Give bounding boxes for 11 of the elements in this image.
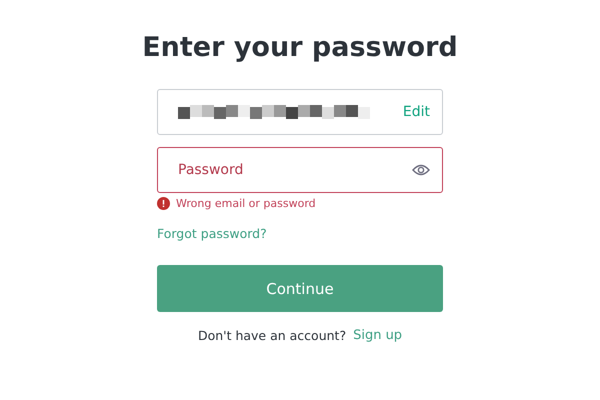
eye-icon[interactable] — [412, 164, 430, 176]
signup-link[interactable]: Sign up — [353, 328, 402, 343]
continue-button[interactable]: Continue — [157, 265, 443, 312]
error-icon — [157, 197, 170, 210]
password-field[interactable]: Password — [157, 147, 443, 193]
signup-prompt: Don't have an account? — [198, 328, 346, 343]
edit-button[interactable]: Edit — [402, 104, 430, 120]
forgot-password-link[interactable]: Forgot password? — [157, 226, 267, 241]
email-field[interactable]: Edit — [157, 89, 443, 135]
error-message: Wrong email or password — [176, 197, 316, 210]
page-title: Enter your password — [142, 32, 458, 63]
